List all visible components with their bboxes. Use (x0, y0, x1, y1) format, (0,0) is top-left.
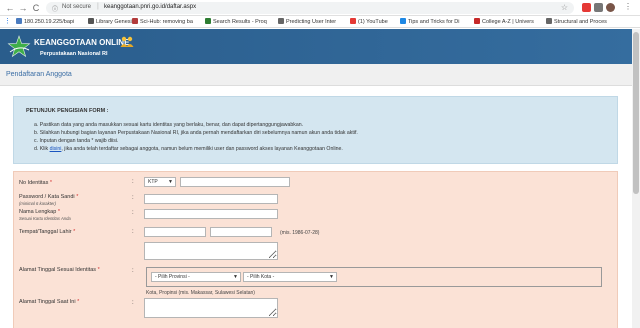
nama-label: Nama Lengkap * (19, 209, 60, 215)
reload-icon[interactable]: C (30, 2, 42, 14)
identity-type-select[interactable]: KTP ▼ (144, 177, 176, 187)
instruction-item: d. Klik disini, jika anda telah terdafta… (34, 146, 343, 152)
forward-icon[interactable]: → (17, 2, 29, 14)
bookmark-item[interactable]: Structural and Proces (546, 18, 636, 26)
province-select[interactable]: - Pilih Provinsi - ▼ (151, 272, 241, 282)
colon: : (132, 229, 134, 235)
extension-gray-icon[interactable] (594, 3, 603, 12)
star-logo-icon (7, 35, 31, 58)
birthplace-input[interactable] (144, 227, 206, 237)
instruction-item: c. Inputan dengan tanda * wajib diisi. (34, 138, 119, 144)
members-icon (120, 36, 134, 47)
scrollbar-thumb[interactable] (633, 32, 639, 194)
extension-red-icon[interactable] (582, 3, 591, 12)
address-bar[interactable]: ⓘ Not secure | keanggotaan.pnri.go.id/da… (46, 2, 574, 14)
full-name-input[interactable] (144, 209, 278, 219)
nama-sublabel: Sesuai Kartu Identitas Anda (19, 216, 71, 221)
bookmark-item[interactable]: Predicting User Inter (278, 18, 348, 26)
password-input[interactable] (144, 194, 278, 204)
page-title-bar: Pendaftaran Anggota (0, 64, 632, 86)
bookmark-item[interactable]: Tips and Tricks for Di (400, 18, 470, 26)
registration-form: No Identitas * : KTP ▼ Password / Kata S… (13, 171, 618, 328)
password-sublabel: (minimal 6 karakter) (19, 201, 56, 206)
bookmark-item[interactable]: (1) YouTube (350, 18, 398, 26)
profile-avatar-icon[interactable] (606, 3, 615, 12)
bookmark-star-icon[interactable]: ☆ (561, 3, 568, 12)
globe-icon (16, 18, 22, 24)
browser-menu-icon[interactable]: ⋮ (624, 2, 632, 11)
instruction-item: b. Silahkan hubungi bagian layanan Perpu… (34, 130, 358, 136)
scihub-icon (132, 18, 138, 24)
password-label: Password / Kata Sandi * (19, 194, 79, 200)
address-hint: Kota, Propinsi (mis. Makassar, Sulawesi … (146, 290, 255, 296)
site-header: KEANGGOTAAN ONLINE Perpustakaan Nasional… (0, 29, 632, 64)
site-title: KEANGGOTAAN ONLINE (34, 38, 130, 47)
url-separator: | (97, 3, 99, 10)
page-icon (546, 18, 552, 24)
bookmark-item[interactable]: College A-Z | Univers (474, 18, 544, 26)
proquest-icon (205, 18, 211, 24)
info-icon[interactable]: ⓘ (52, 4, 58, 13)
browser-toolbar: ← → C ⓘ Not secure | keanggotaan.pnri.go… (0, 0, 640, 16)
apps-grid-icon[interactable]: ⋮⋮ (4, 18, 12, 26)
address-select-group: - Pilih Provinsi - ▼ - Pilih Kota - ▼ (146, 267, 602, 287)
current-address-textarea[interactable] (144, 298, 278, 318)
birth-extra-textarea[interactable] (144, 242, 278, 260)
colon: : (132, 210, 134, 216)
colon: : (132, 300, 134, 306)
chevron-down-icon: ▼ (233, 274, 238, 280)
colon: : (132, 195, 134, 201)
city-select[interactable]: - Pilih Kota - ▼ (243, 272, 337, 282)
scrollbar[interactable] (632, 29, 640, 328)
bookmark-item[interactable]: Search Results - Proq (205, 18, 279, 26)
instruction-item: a. Pastikan data yang anda masukkan sesu… (34, 122, 304, 128)
url-text[interactable]: keanggotaan.pnri.go.id/daftar.aspx (104, 4, 196, 10)
alamat-identitas-label: Alamat Tinggal Sesuai Identitas * (19, 267, 100, 273)
page-icon (278, 18, 284, 24)
wifi-icon (400, 18, 406, 24)
back-icon[interactable]: ← (4, 2, 16, 14)
page-icon (88, 18, 94, 24)
chevron-down-icon: ▼ (329, 274, 334, 280)
identity-number-input[interactable] (180, 177, 290, 187)
bookmark-item[interactable]: 180.250.19.225/bapi (16, 18, 86, 26)
instructions-panel: PETUNJUK PENGISIAN FORM : a. Pastikan da… (13, 96, 618, 164)
site-subtitle: Perpustakaan Nasional RI (40, 51, 108, 57)
bookmarks-bar: ⋮⋮ 180.250.19.225/bapi Library Genesis S… (0, 16, 640, 28)
disini-link[interactable]: disini (50, 146, 62, 152)
instructions-heading: PETUNJUK PENGISIAN FORM : (26, 108, 109, 114)
birthdate-hint: (mis. 1986-07-28) (280, 230, 320, 236)
chevron-down-icon: ▼ (168, 179, 173, 185)
ttl-label: Tempat/Tanggal Lahir * (19, 229, 76, 235)
bookmark-item[interactable]: Sci-Hub: removing ba (132, 18, 206, 26)
colon: : (132, 179, 134, 185)
birthdate-input[interactable] (210, 227, 272, 237)
page-title: Pendaftaran Anggota (6, 71, 72, 78)
no-identitas-label: No Identitas * (19, 180, 53, 186)
security-label: Not secure (62, 4, 92, 10)
colon: : (132, 268, 134, 274)
college-icon (474, 18, 480, 24)
youtube-icon (350, 18, 356, 24)
alamat-saat-ini-label: Alamat Tinggal Saat Ini * (19, 299, 80, 305)
